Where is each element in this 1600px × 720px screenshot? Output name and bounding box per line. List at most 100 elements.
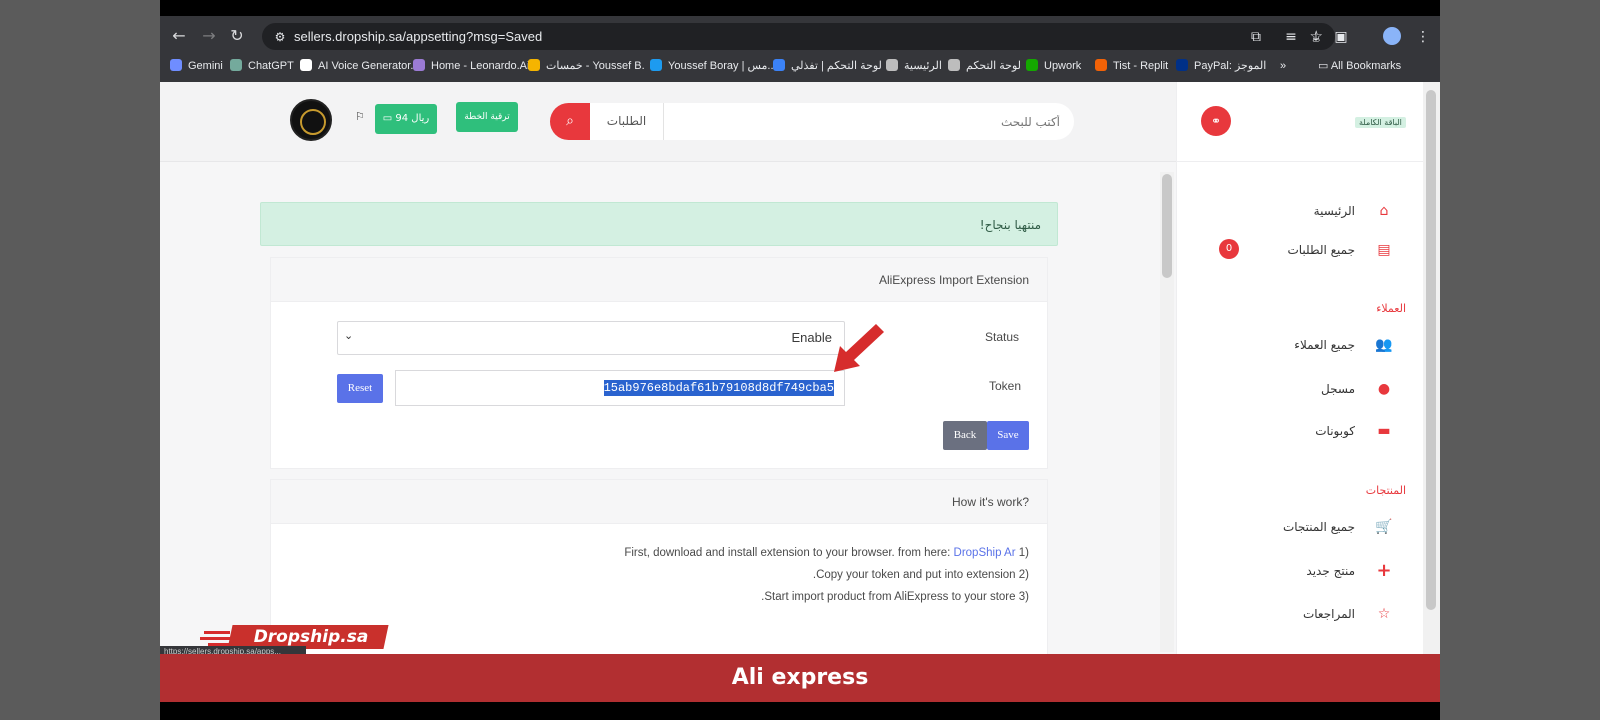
sidebar-label: جميع الطلبات <box>1287 243 1355 257</box>
bookmark-label: Youssef Boray | مس... <box>668 60 777 72</box>
favicon-icon <box>230 59 242 71</box>
sidebar-item-new-product[interactable]: + منتج جديد <box>1177 556 1423 586</box>
bookmark-label: Gemini <box>188 60 223 72</box>
sidebar-label: الرئيسية <box>1313 204 1355 218</box>
link-icon[interactable]: ⚭ <box>1201 106 1231 136</box>
orders-count-badge: 0 <box>1219 239 1239 259</box>
search-bar: ⌕ الطلبات <box>550 103 1074 140</box>
sidebar-item-coupons[interactable]: ▬ كوبونات <box>1177 416 1423 446</box>
step-3-text: Start import product from AliExpress to … <box>761 591 1016 603</box>
bookmark-label: AI Voice Generator... <box>318 60 420 72</box>
search-icon[interactable]: ⌕ <box>550 103 590 140</box>
bookmark-item[interactable]: Upwork <box>1026 57 1081 75</box>
sidebar-item-orders[interactable]: ▤ جميع الطلبات 0 <box>1177 235 1423 265</box>
bookmark-label: خمسات - Youssef B. <box>546 60 645 72</box>
back-button[interactable]: Back <box>943 421 987 450</box>
sidebar-header: ⚭ الباقة الكاملة <box>1177 82 1423 162</box>
step-1-text: First, download and install extension to… <box>624 547 954 559</box>
sidebar-item-products[interactable]: 🛒 جميع المنتجات <box>1177 512 1423 542</box>
bookmark-item[interactable]: لوحة التحكم | تفذلي <box>773 57 882 75</box>
bookmark-item[interactable]: Home - Leonardo.Ai <box>413 57 529 75</box>
search-category[interactable]: الطلبات <box>590 103 664 140</box>
media-icon[interactable]: ≡ <box>1280 26 1302 48</box>
card-title: AliExpress Import Extension <box>271 258 1047 302</box>
back-arrow-icon[interactable]: ← <box>168 25 190 47</box>
users-icon: 👥 <box>1375 337 1393 353</box>
status-select[interactable]: Enable ⌄ <box>337 321 845 355</box>
bookmark-label: ChatGPT <box>248 60 294 72</box>
forward-arrow-icon[interactable]: → <box>198 25 220 47</box>
balance-button[interactable]: ▭ 94 ريال <box>375 104 437 134</box>
upgrade-plan-button[interactable]: ترقية الخطة <box>456 102 518 132</box>
reload-icon[interactable]: ↻ <box>226 25 248 47</box>
sidebar-label: جميع المنتجات <box>1282 520 1355 534</box>
favicon-icon <box>170 59 182 71</box>
main-scroll-thumb[interactable] <box>1162 174 1172 278</box>
bookmark-item[interactable]: لوحة التحكم <box>948 57 1021 75</box>
red-arrow-annotation <box>834 324 884 372</box>
bookmark-item[interactable]: Tist - Replit <box>1095 57 1168 75</box>
favicon-icon <box>300 59 312 71</box>
sidebar-scroll-thumb[interactable] <box>1426 90 1436 610</box>
favicon-icon <box>886 59 898 71</box>
bookmark-item[interactable]: الرئيسية <box>886 57 942 75</box>
profile-avatar[interactable] <box>1383 27 1401 45</box>
menu-kebab-icon[interactable]: ⋮ <box>1412 26 1434 48</box>
address-bar[interactable]: ⚙ sellers.dropship.sa/appsetting?msg=Sav… <box>262 23 1335 50</box>
more-bookmarks-icon[interactable]: » <box>1280 57 1286 75</box>
all-bookmarks-folder[interactable]: ▭ All Bookmarks <box>1318 57 1401 75</box>
reset-button[interactable]: Reset <box>337 374 383 403</box>
extensions-icon[interactable]: ⧉ <box>1245 26 1267 48</box>
bookmark-label: Tist - Replit <box>1113 60 1169 72</box>
balance-label: 94 ريال <box>395 113 430 124</box>
main-content: ⚐ ▭ 94 ريال ترقية الخطة ⌕ الطلبات منتهيا… <box>160 82 1176 654</box>
bookmark-label: PayPal: الموجز <box>1194 60 1267 72</box>
bookmark-item[interactable]: Gemini <box>170 57 223 75</box>
status-label: Status <box>985 330 1020 344</box>
site-settings-icon[interactable]: ⚙ <box>270 27 290 47</box>
step-3: (3 Start import product from AliExpress … <box>624 586 1029 608</box>
plan-badge: الباقة الكاملة <box>1355 117 1406 128</box>
bookmark-item[interactable]: Youssef Boray | مس... <box>650 57 777 75</box>
save-button[interactable]: Save <box>987 421 1029 450</box>
sidebar-label: كوبونات <box>1315 424 1355 438</box>
flag-icon[interactable]: ⚐ <box>355 110 365 123</box>
sidebar-item-home[interactable]: ⌂ الرئيسية <box>1177 196 1423 226</box>
url-text: sellers.dropship.sa/appsetting?msg=Saved <box>294 29 543 44</box>
sidebar-label: المراجعات <box>1302 607 1355 621</box>
sidebar-label: مسجل <box>1321 382 1355 396</box>
token-value: 15ab976e8bdaf61b79108d8df749cba5 <box>603 380 834 396</box>
bookmark-label: لوحة التحكم | تفذلي <box>791 60 882 72</box>
side-panel-icon[interactable]: ▣ <box>1330 26 1352 48</box>
sidebar-item-registered[interactable]: ● مسجل <box>1177 374 1423 404</box>
ticket-icon: ▬ <box>1377 423 1391 439</box>
cart-icon: 🛒 <box>1375 519 1393 535</box>
bookmark-item[interactable]: AI Voice Generator... <box>300 57 420 75</box>
bookmark-label: لوحة التحكم <box>966 60 1022 72</box>
chevron-down-icon: ⌄ <box>344 329 354 342</box>
bookmark-label: الرئيسية <box>904 60 942 72</box>
step-1-num: (1 <box>1018 547 1029 559</box>
all-bookmarks-label: All Bookmarks <box>1330 60 1402 72</box>
bookmark-item[interactable]: ChatGPT <box>230 57 294 75</box>
bookmark-label: Home - Leonardo.Ai <box>431 60 530 72</box>
sidebar-item-reviews[interactable]: ☆ المراجعات <box>1177 599 1423 629</box>
video-frame: ← → ↻ ⚙ sellers.dropship.sa/appsetting?m… <box>160 0 1440 720</box>
token-field[interactable]: 15ab976e8bdaf61b79108d8df749cba5 <box>395 370 845 406</box>
dropship-ar-link[interactable]: DropShip Ar <box>954 547 1016 559</box>
favicon-icon <box>1026 59 1038 71</box>
download-icon[interactable]: ⤓ <box>1305 26 1327 48</box>
bookmark-label: Upwork <box>1044 60 1082 72</box>
speed-lines-icon <box>200 631 230 646</box>
bookmarks-bar: Gemini ChatGPT AI Voice Generator... Home -… <box>160 53 1440 79</box>
search-input[interactable] <box>664 103 1074 140</box>
store-avatar[interactable] <box>290 99 332 141</box>
archive-icon: ▤ <box>1377 242 1391 258</box>
top-header: ⚐ ▭ 94 ريال ترقية الخطة ⌕ الطلبات <box>160 82 1176 162</box>
card-icon: ▭ <box>382 113 396 124</box>
right-backdrop <box>1440 0 1600 720</box>
sidebar-item-customers[interactable]: 👥 جميع العملاء <box>1177 330 1423 360</box>
steps-list: (1 First, download and install extension… <box>624 542 1029 608</box>
bookmark-item[interactable]: PayPal: الموجز <box>1176 57 1266 75</box>
bookmark-item[interactable]: خمسات - Youssef B. <box>528 57 645 75</box>
